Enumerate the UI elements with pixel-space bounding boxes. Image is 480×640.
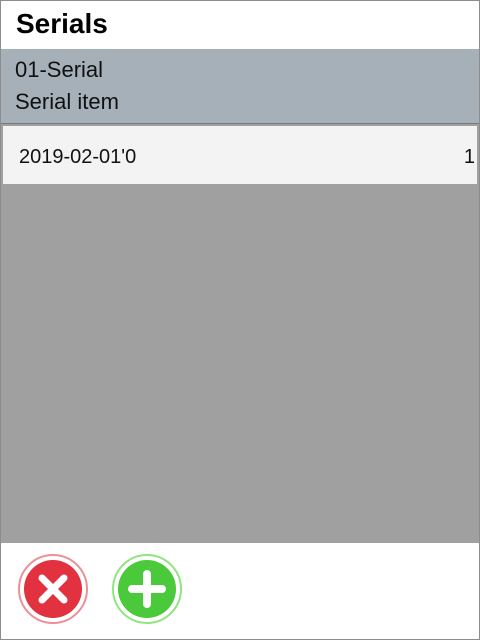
page-title: Serials — [16, 8, 108, 39]
footer-actions — [1, 543, 479, 639]
serial-list: 2019-02-01'0 1 — [1, 123, 479, 543]
add-button[interactable] — [111, 553, 183, 625]
serial-quantity: 1 — [463, 146, 475, 168]
serials-screen: Serials 01-Serial Serial item 2019-02-01… — [0, 0, 480, 640]
item-code: 01-Serial — [15, 57, 104, 82]
add-plus-icon — [112, 554, 182, 624]
cancel-x-icon — [18, 554, 88, 624]
serial-value: 2019-02-01'0 — [19, 146, 137, 168]
item-description: Serial item — [15, 89, 119, 114]
cancel-button[interactable] — [17, 553, 89, 625]
serial-row[interactable]: 2019-02-01'0 1 — [3, 126, 477, 184]
title-bar: Serials — [1, 1, 479, 49]
item-header: 01-Serial Serial item — [1, 49, 479, 123]
